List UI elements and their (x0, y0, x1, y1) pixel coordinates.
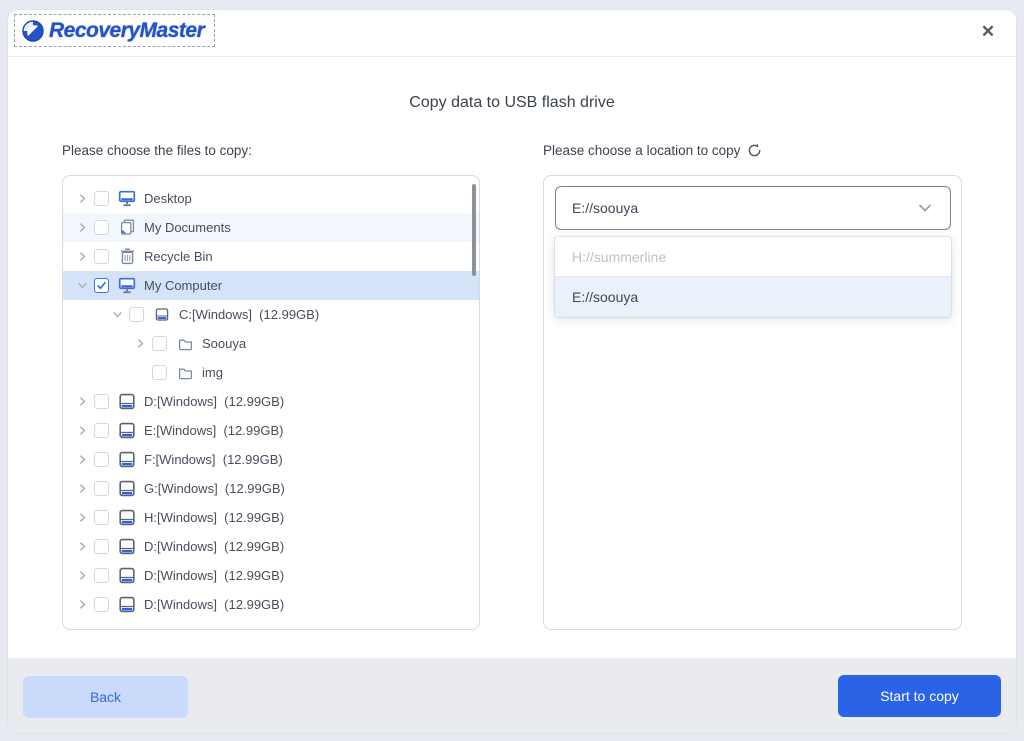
start-to-copy-button[interactable]: Start to copy (838, 675, 1001, 717)
checkbox[interactable] (94, 481, 109, 496)
tree-row[interactable]: D:[Windows] (12.99GB) (63, 590, 479, 619)
monitor-icon (118, 277, 136, 294)
checkbox[interactable] (152, 336, 167, 351)
tree-item-label: E:[Windows] (12.99GB) (144, 423, 283, 438)
logo[interactable]: RecoveryMaster (14, 14, 215, 47)
tree-row[interactable]: C:[Windows] (12.99GB) (63, 300, 479, 329)
chevron-right-icon[interactable] (75, 453, 89, 467)
tree-row[interactable]: My Documents (63, 213, 479, 242)
tree-row[interactable]: Soouya (63, 329, 479, 358)
checkbox[interactable] (94, 249, 109, 264)
tree-row[interactable]: E:[Windows] (12.99GB) (63, 416, 479, 445)
chevron-right-icon[interactable] (75, 221, 89, 235)
folder-icon (176, 364, 194, 381)
tree-item-label: D:[Windows] (12.99GB) (144, 568, 284, 583)
drive-icon (118, 393, 136, 410)
drive-icon (118, 422, 136, 439)
tree-item-label: Soouya (202, 336, 246, 351)
tree-item-label: Desktop (144, 191, 192, 206)
folder-icon (176, 335, 194, 352)
tree-row[interactable]: D:[Windows] (12.99GB) (63, 387, 479, 416)
tree-item-label: My Documents (144, 220, 231, 235)
chevron-spacer (133, 366, 147, 380)
tree-row[interactable]: H:[Windows] (12.99GB) (63, 503, 479, 532)
tree-row[interactable]: Recycle Bin (63, 242, 479, 271)
chevron-down-icon[interactable] (110, 308, 124, 322)
tree-item-label: H:[Windows] (12.99GB) (144, 510, 284, 525)
tree-item-label: F:[Windows] (12.99GB) (144, 452, 283, 467)
location-select-value: E://soouya (572, 200, 916, 216)
tree-item-label: D:[Windows] (12.99GB) (144, 539, 284, 554)
checkbox[interactable] (94, 278, 109, 293)
documents-icon (118, 219, 136, 236)
checkbox[interactable] (94, 539, 109, 554)
location-column-label: Please choose a location to copy (543, 143, 762, 158)
chevron-right-icon[interactable] (75, 598, 89, 612)
tree-row[interactable]: Desktop (63, 184, 479, 213)
checkbox[interactable] (94, 510, 109, 525)
drive-icon (118, 567, 136, 584)
tree-item-label: Recycle Bin (144, 249, 213, 264)
checkbox[interactable] (94, 394, 109, 409)
chevron-right-icon[interactable] (75, 250, 89, 264)
location-select[interactable]: E://soouya (555, 186, 951, 230)
drive-icon (118, 509, 136, 526)
chevron-down-icon (916, 199, 934, 217)
header: RecoveryMaster ✕ (8, 10, 1016, 57)
drive-sm-icon (153, 306, 171, 323)
chevron-right-icon[interactable] (75, 482, 89, 496)
location-option[interactable]: E://soouya (555, 277, 951, 317)
footer: Back Start to copy (8, 658, 1016, 733)
tree-item-label: C:[Windows] (12.99GB) (179, 307, 319, 322)
tree-row[interactable]: D:[Windows] (12.99GB) (63, 532, 479, 561)
destination-panel: E://soouya H://summerlineE://soouya (543, 175, 962, 630)
tree-row[interactable]: My Computer (63, 271, 479, 300)
location-dropdown: H://summerlineE://soouya (555, 237, 951, 317)
tree-row[interactable]: img (63, 358, 479, 387)
drive-icon (118, 596, 136, 613)
tree-item-label: G:[Windows] (12.99GB) (144, 481, 285, 496)
drive-icon (118, 538, 136, 555)
chevron-right-icon[interactable] (133, 337, 147, 351)
checkbox[interactable] (129, 307, 144, 322)
chevron-right-icon[interactable] (75, 511, 89, 525)
checkbox[interactable] (152, 365, 167, 380)
drive-icon (118, 451, 136, 468)
location-option[interactable]: H://summerline (555, 237, 951, 277)
tree-item-label: D:[Windows] (12.99GB) (144, 597, 284, 612)
checkbox[interactable] (94, 423, 109, 438)
brand-name: RecoveryMaster (49, 19, 204, 43)
file-tree: Desktop My Documents Recycle Bin My Compute… (63, 184, 479, 619)
chevron-right-icon[interactable] (75, 540, 89, 554)
chevron-right-icon[interactable] (75, 424, 89, 438)
checkbox[interactable] (94, 568, 109, 583)
chevron-right-icon[interactable] (75, 569, 89, 583)
chevron-right-icon[interactable] (75, 192, 89, 206)
app-window: RecoveryMaster ✕ Copy data to USB flash … (8, 10, 1016, 733)
tree-item-label: My Computer (144, 278, 222, 293)
back-button[interactable]: Back (23, 676, 188, 718)
logo-mark-icon (21, 19, 45, 43)
checkbox[interactable] (94, 220, 109, 235)
tree-row[interactable]: F:[Windows] (12.99GB) (63, 445, 479, 474)
chevron-right-icon[interactable] (75, 395, 89, 409)
monitor-icon (118, 190, 136, 207)
drive-icon (118, 480, 136, 497)
files-column-label: Please choose the files to copy: (62, 143, 252, 158)
trash-icon (118, 248, 136, 265)
tree-row[interactable]: D:[Windows] (12.99GB) (63, 561, 479, 590)
checkbox[interactable] (94, 452, 109, 467)
tree-row[interactable]: G:[Windows] (12.99GB) (63, 474, 479, 503)
chevron-down-icon[interactable] (75, 279, 89, 293)
page-title: Copy data to USB flash drive (8, 94, 1016, 112)
tree-scrollbar[interactable] (472, 184, 476, 276)
location-label-text: Please choose a location to copy (543, 143, 740, 158)
tree-item-label: D:[Windows] (12.99GB) (144, 394, 284, 409)
checkbox[interactable] (94, 597, 109, 612)
checkbox[interactable] (94, 191, 109, 206)
tree-item-label: img (202, 365, 223, 380)
refresh-icon[interactable] (747, 143, 762, 158)
close-icon[interactable]: ✕ (976, 20, 1000, 44)
file-tree-panel: Desktop My Documents Recycle Bin My Compute… (62, 175, 480, 630)
